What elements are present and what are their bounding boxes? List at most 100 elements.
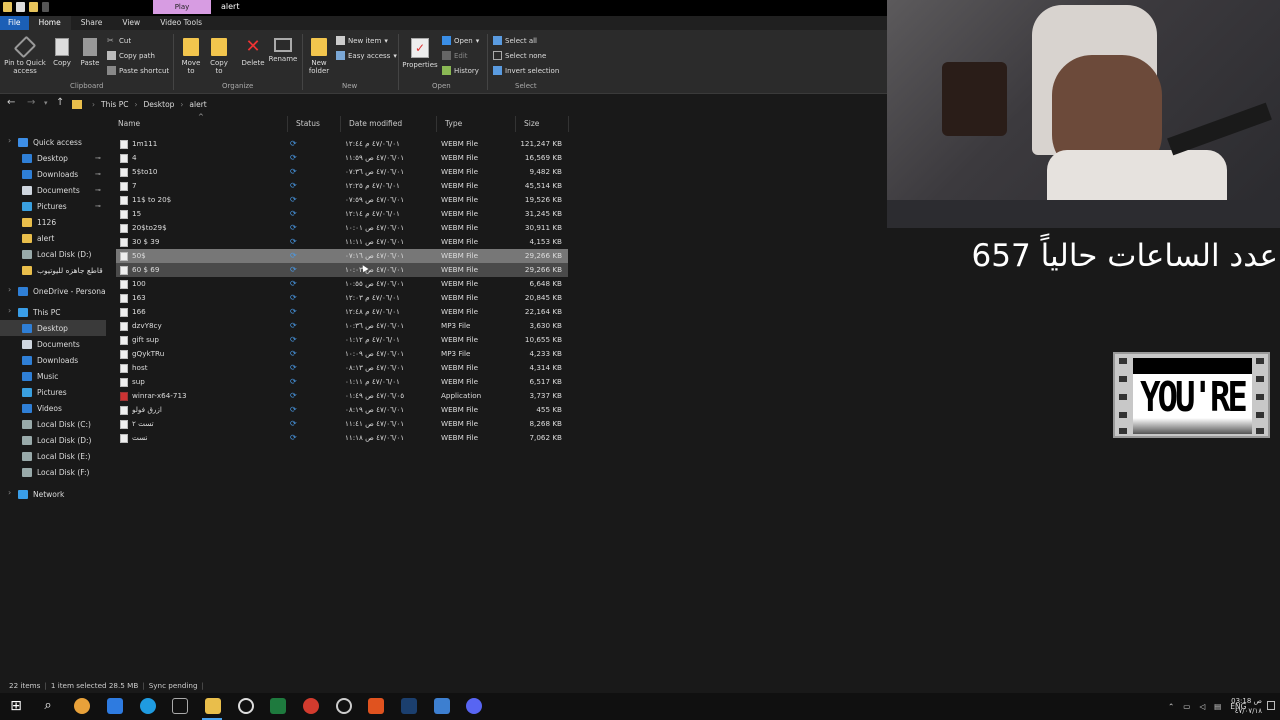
select-all-button[interactable]: Select all: [493, 36, 537, 45]
sidebar-item[interactable]: Desktop: [0, 320, 106, 336]
file-row[interactable]: 1m111 ٤٧/٠٦/٠١ م ١٢:٤٤ WEBM File 121,247 KB…: [116, 137, 568, 151]
invert-selection-button[interactable]: Invert selection: [493, 66, 559, 75]
sidebar-item[interactable]: Local Disk (D:): [0, 432, 106, 448]
search-icon[interactable]: ⌕: [40, 698, 56, 714]
file-row[interactable]: 20$to29$ ٤٧/٠٦/٠١ ص ١٠:٠١ WEBM File 30,911 …: [116, 221, 568, 235]
column-header-status[interactable]: Status: [288, 116, 341, 132]
file-row[interactable]: dzvY8cy ٤٧/٠٦/٠١ ص ١٠:٣٦ MP3 File 3,630 KB ⟳: [116, 319, 568, 333]
app-icon[interactable]: [74, 698, 90, 714]
rename-button[interactable]: Rename: [268, 38, 298, 63]
excel-icon[interactable]: [270, 698, 286, 714]
sidebar-item[interactable]: Desktop ⊸: [0, 150, 106, 166]
network-icon[interactable]: ▭: [1183, 702, 1190, 711]
breadcrumb-item[interactable]: This PC: [101, 100, 128, 109]
copy-path-button[interactable]: Copy path: [107, 51, 155, 60]
edge-icon[interactable]: [140, 698, 156, 714]
sidebar-item[interactable]: Downloads ⊸: [0, 166, 106, 182]
file-row[interactable]: winrar-x64-713 ٤٧/٠٦/٠٥ ص ٠١:٤٩ Applicatio…: [116, 389, 568, 403]
file-row[interactable]: ازرق فولو ٤٧/٠٦/٠١ ص ٠٨:١٩ WEBM File 455 KB…: [116, 403, 568, 417]
select-none-button[interactable]: Select none: [493, 51, 546, 60]
file-row[interactable]: تست ٢ ٤٧/٠٦/٠١ ص ١١:٤١ WEBM File 8,268 KB ⟳: [116, 417, 568, 431]
column-header-date-modified[interactable]: Date modified: [341, 116, 437, 132]
sidebar-item[interactable]: Downloads: [0, 352, 106, 368]
paste-button[interactable]: Paste: [78, 38, 102, 67]
network-chevron-icon[interactable]: ›: [8, 488, 11, 497]
new-folder-button[interactable]: New folder: [306, 38, 332, 75]
steam-icon[interactable]: [401, 698, 417, 714]
quick-access-chevron-icon[interactable]: ›: [8, 136, 11, 145]
onedrive-chevron-icon[interactable]: ›: [8, 285, 11, 294]
windows-start-icon[interactable]: ⊞: [8, 698, 24, 714]
easy-access-button[interactable]: Easy access ▾: [336, 51, 397, 60]
sidebar-item[interactable]: Network: [0, 486, 106, 502]
sidebar-item[interactable]: Documents: [0, 336, 106, 352]
app-icon[interactable]: [336, 698, 352, 714]
up-arrow-icon[interactable]: ↑: [56, 97, 64, 108]
tab-share[interactable]: Share: [71, 16, 113, 30]
app-icon[interactable]: [107, 698, 123, 714]
recent-chevron-icon[interactable]: ▾: [44, 99, 48, 107]
sidebar-item[interactable]: Local Disk (E:): [0, 448, 106, 464]
file-row[interactable]: host ٤٧/٠٦/٠١ ص ٠٨:١٣ WEBM File 4,314 KB ⟳: [116, 361, 568, 375]
sidebar-item[interactable]: Music: [0, 368, 106, 384]
discord-icon[interactable]: [466, 698, 482, 714]
app-icon[interactable]: [238, 698, 254, 714]
file-row[interactable]: 60 $ 69 ٤٧/٠٦/٠١ ص ١٠:٠٣ WEBM File 29,266 K…: [116, 263, 568, 277]
chrome-icon[interactable]: [303, 698, 319, 714]
file-row[interactable]: gQykTRu ٤٧/٠٦/٠١ ص ١٠:٠٩ MP3 File 4,233 KB ⟳: [116, 347, 568, 361]
cut-button[interactable]: ✂ Cut: [107, 36, 131, 45]
tab-home[interactable]: Home: [28, 16, 71, 30]
file-explorer-icon[interactable]: [205, 698, 221, 714]
sidebar-item[interactable]: alert: [0, 230, 106, 246]
move-to-button[interactable]: Move to: [178, 38, 204, 75]
tab-view[interactable]: View: [112, 16, 150, 30]
sidebar-item[interactable]: Videos: [0, 400, 106, 416]
file-row[interactable]: 50$ ٤٧/٠٦/٠١ ص ٠٧:١٦ WEBM File 29,266 KB ⟳: [116, 249, 568, 263]
sidebar-item[interactable]: Local Disk (D:): [0, 246, 106, 262]
this-pc-chevron-icon[interactable]: ›: [8, 306, 11, 315]
sidebar-item[interactable]: Quick access: [0, 134, 106, 150]
file-row[interactable]: 15 ٤٧/٠٦/٠١ م ١٢:١٤ WEBM File 31,245 KB ⟳: [116, 207, 568, 221]
properties-icon[interactable]: [16, 2, 25, 12]
pin-to-quick-access-button[interactable]: Pin to Quick access: [4, 35, 46, 75]
breadcrumb[interactable]: › This PC › Desktop › alert: [72, 96, 207, 112]
tab-video-tools[interactable]: Video Tools: [150, 16, 212, 30]
chevron-up-icon[interactable]: ⌃: [1168, 702, 1174, 711]
breadcrumb-item[interactable]: alert: [189, 100, 206, 109]
file-row[interactable]: تست ٤٧/٠٦/٠١ ص ١١:١٨ WEBM File 7,062 KB ⟳: [116, 431, 568, 445]
context-tab-play[interactable]: Play: [153, 0, 211, 14]
file-row[interactable]: 163 ٤٧/٠٦/٠١ م ١٢:٠٣ WEBM File 20,845 KB ⟳: [116, 291, 568, 305]
sidebar-item[interactable]: OneDrive - Personal: [0, 283, 106, 299]
sidebar-item[interactable]: Documents ⊸: [0, 182, 106, 198]
file-row[interactable]: gift sup ٤٧/٠٦/٠١ م ٠١:١٢ WEBM File 10,655 …: [116, 333, 568, 347]
app-icon[interactable]: [434, 698, 450, 714]
delete-button[interactable]: ✕ Delete: [240, 38, 266, 68]
sidebar-item[interactable]: Local Disk (F:): [0, 464, 106, 480]
sidebar-item[interactable]: This PC: [0, 304, 106, 320]
paste-shortcut-button[interactable]: Paste shortcut: [107, 66, 169, 75]
column-header-type[interactable]: Type: [437, 116, 516, 132]
history-button[interactable]: History: [442, 66, 479, 75]
column-header-size[interactable]: Size: [516, 116, 569, 132]
file-row[interactable]: 11$ to 20$ ٤٧/٠٦/٠١ ص ٠٧:٥٩ WEBM File 19,52…: [116, 193, 568, 207]
properties-button[interactable]: ✓ Properties: [402, 38, 438, 69]
sidebar-item[interactable]: Pictures ⊸: [0, 198, 106, 214]
new-folder-icon[interactable]: [29, 2, 38, 12]
file-row[interactable]: sup ٤٧/٠٦/٠١ م ٠١:١١ WEBM File 6,517 KB ⟳: [116, 375, 568, 389]
forward-arrow-icon[interactable]: →: [27, 97, 35, 108]
copy-to-button[interactable]: Copy to: [206, 38, 232, 75]
file-row[interactable]: 7 ٤٧/٠٦/٠١ م ١٢:٢٥ WEBM File 45,514 KB ⟳: [116, 179, 568, 193]
sidebar-item[interactable]: Pictures: [0, 384, 106, 400]
copy-button[interactable]: Copy: [50, 38, 74, 67]
file-row[interactable]: 5$to10 ٤٧/٠٦/٠١ ص ٠٧:٣٦ WEBM File 9,482 KB ⟳: [116, 165, 568, 179]
chevron-down-icon[interactable]: [42, 2, 49, 12]
file-row[interactable]: 100 ٤٧/٠٦/٠١ ص ١٠:٥٥ WEBM File 6,648 KB ⟳: [116, 277, 568, 291]
file-row[interactable]: 4 ٤٧/٠٦/٠١ ص ١١:٥٩ WEBM File 16,569 KB ⟳: [116, 151, 568, 165]
brave-icon[interactable]: [368, 698, 384, 714]
new-item-button[interactable]: New item ▾: [336, 36, 388, 45]
speaker-icon[interactable]: ▤: [1214, 702, 1221, 711]
breadcrumb-item[interactable]: Desktop: [143, 100, 174, 109]
file-row[interactable]: 166 ٤٧/٠٦/٠١ م ١٢:٤٨ WEBM File 22,164 KB ⟳: [116, 305, 568, 319]
notification-icon[interactable]: [1267, 701, 1275, 710]
back-arrow-icon[interactable]: ←: [7, 97, 15, 108]
